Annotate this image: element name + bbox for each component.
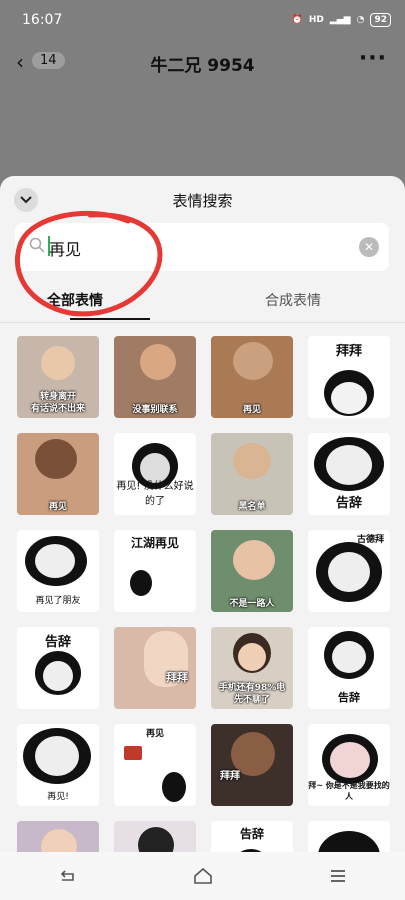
sticker-item[interactable]: 再见 [17,433,99,515]
menu-icon[interactable] [327,865,349,887]
alarm-icon: ⏰ [291,15,303,25]
sticker-item[interactable]: 没事别联系 [114,336,196,418]
divider [0,322,405,323]
tab-composite-stickers[interactable]: 合成表情 [218,290,368,310]
back-triangle-icon[interactable] [57,865,79,887]
status-icons: ⏰ HD ▂▄▆ ◔ 92 [292,13,391,27]
sticker-item[interactable]: 再见! 没什么好说的了 [114,433,196,515]
sticker-item[interactable]: 再见! [17,724,99,806]
sticker-item[interactable]: 古德拜 [308,530,390,612]
sticker-item[interactable]: 转身离开 有话说不出来 [17,336,99,418]
sticker-item[interactable]: 再见了朋友 [17,530,99,612]
tab-bar: 全部表情 合成表情 [0,286,405,322]
chat-title: 牛二兄 9954 [150,56,255,76]
sticker-search-sheet: 表情搜索 再见 ✕ 全部表情 合成表情 转身离开 有话说不出来 没事别联系 再见… [0,176,405,900]
search-icon [29,237,45,253]
sticker-item[interactable]: 手机还有98%电 先不聊了 [211,627,293,709]
status-time: 16:07 [22,12,63,28]
home-icon[interactable] [192,865,214,887]
system-nav-bar [0,852,405,900]
clear-icon[interactable]: ✕ [359,237,379,257]
wifi-icon: ◔ [356,15,365,25]
sticker-item[interactable]: 再见 [114,724,196,806]
search-value: 再见 [49,240,82,259]
sticker-item[interactable]: 江湖再见 [114,530,196,612]
sticker-item[interactable]: 拜拜 [114,627,196,709]
sticker-item[interactable]: 告辞 [308,433,390,515]
more-icon[interactable]: ··· [359,46,387,71]
sticker-item[interactable]: 告辞 [308,627,390,709]
sticker-item[interactable]: 告辞 [17,627,99,709]
sheet-title: 表情搜索 [172,192,233,210]
sticker-item[interactable]: 拜拜 [211,724,293,806]
tab-underline [70,318,150,320]
sticker-item[interactable]: 拜拜 [308,336,390,418]
chat-header: ‹ 14 牛二兄 9954 ··· [0,40,405,84]
tab-all-stickers[interactable]: 全部表情 [0,290,150,310]
sticker-item[interactable]: 不是一路人 [211,530,293,612]
signal-icon: ▂▄▆ [329,15,351,25]
sticker-item[interactable]: 黑名单 [211,433,293,515]
search-input[interactable]: 再见 ✕ [15,223,389,271]
hd-icon: HD [308,15,324,25]
status-bar: 16:07 ⏰ HD ▂▄▆ ◔ 92 [0,0,405,40]
sticker-item[interactable]: 再见 [211,336,293,418]
battery-icon: 92 [370,13,391,27]
sticker-item[interactable]: 拜~ 你是不是我要找的人 [308,724,390,806]
